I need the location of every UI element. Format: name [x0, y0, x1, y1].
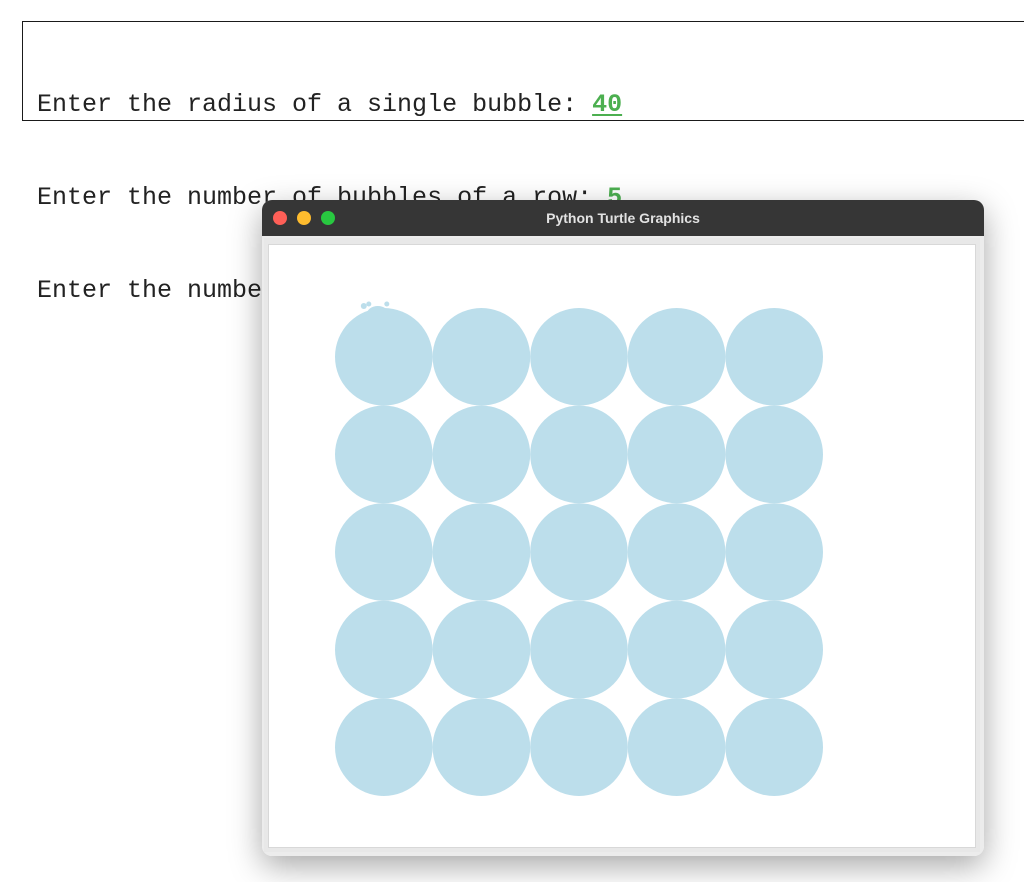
- bubble-grid: [335, 301, 823, 796]
- bubble: [725, 405, 823, 504]
- bubble: [627, 503, 726, 601]
- window-titlebar[interactable]: Python Turtle Graphics: [262, 200, 984, 236]
- bubble: [335, 503, 433, 601]
- bubble: [335, 308, 433, 406]
- bubble: [725, 503, 823, 601]
- turtle-canvas[interactable]: [268, 244, 976, 848]
- bubble: [432, 308, 531, 406]
- bubble: [530, 503, 628, 601]
- bubble: [627, 308, 726, 406]
- turtle-window[interactable]: Python Turtle Graphics: [262, 200, 984, 856]
- bubble: [335, 698, 433, 796]
- bubble: [627, 405, 726, 504]
- bubble: [725, 308, 823, 406]
- bubble: [530, 600, 628, 699]
- prompt-radius: Enter the radius of a single bubble:: [37, 90, 593, 119]
- bubble: [335, 600, 433, 699]
- bubble: [627, 600, 726, 699]
- bubble: [432, 405, 531, 504]
- bubble: [725, 698, 823, 796]
- bubble: [627, 698, 726, 796]
- bubble: [432, 503, 531, 601]
- bubble: [530, 308, 628, 406]
- bubble: [432, 698, 531, 796]
- window-title: Python Turtle Graphics: [546, 210, 700, 226]
- bubble: [725, 600, 823, 699]
- bubble: [530, 405, 628, 504]
- answer-radius: 40: [592, 90, 623, 119]
- console-output: Enter the radius of a single bubble: 40 …: [22, 21, 1024, 305]
- bubble: [530, 698, 628, 796]
- console-line-radius: Enter the radius of a single bubble: 40: [37, 89, 1024, 120]
- bubble: [335, 405, 433, 504]
- bubble: [432, 600, 531, 699]
